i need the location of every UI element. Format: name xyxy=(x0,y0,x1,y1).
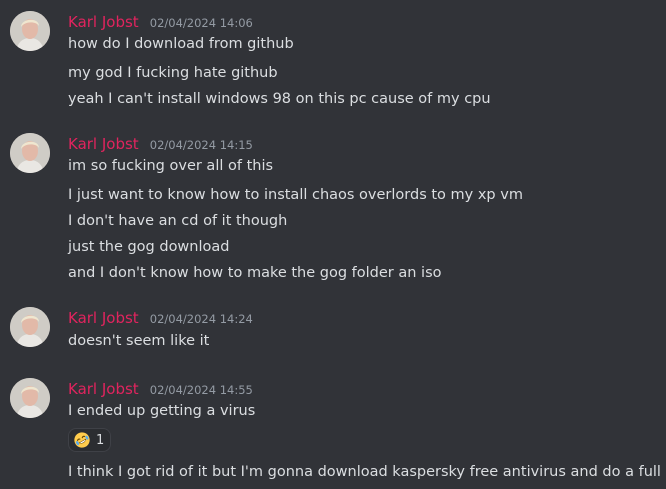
avatar[interactable] xyxy=(10,11,50,51)
message-timestamp[interactable]: 02/04/2024 14:24 xyxy=(150,312,253,326)
message-text: and I don't know how to make the gog fol… xyxy=(68,265,442,281)
avatar[interactable] xyxy=(10,378,50,418)
message-text: how do I download from github xyxy=(68,36,294,52)
avatar-photo-icon xyxy=(10,11,50,51)
reaction-count: 1 xyxy=(96,432,105,448)
reaction-button[interactable]: 1 xyxy=(68,428,112,452)
message-header: Karl Jobst 02/04/2024 14:06 xyxy=(68,11,253,33)
avatar-photo-icon xyxy=(10,307,50,347)
message-text: yeah I can't install windows 98 on this … xyxy=(68,91,491,107)
message-timestamp[interactable]: 02/04/2024 14:15 xyxy=(150,138,253,152)
avatar-photo-icon xyxy=(10,133,50,173)
avatar-photo-icon xyxy=(10,378,50,418)
message-timestamp[interactable]: 02/04/2024 14:55 xyxy=(150,383,253,397)
message-header: Karl Jobst 02/04/2024 14:55 xyxy=(68,378,253,400)
message-text: my god I fucking hate github xyxy=(68,65,278,81)
author-name[interactable]: Karl Jobst xyxy=(68,380,139,398)
message-header: Karl Jobst 02/04/2024 14:24 xyxy=(68,307,253,329)
message-text: I don't have an cd of it though xyxy=(68,213,288,229)
message-text: im so fucking over all of this xyxy=(68,158,274,174)
message-text: I just want to know how to install chaos… xyxy=(68,187,523,203)
message-header: Karl Jobst 02/04/2024 14:15 xyxy=(68,133,253,155)
chat-message-list: Karl Jobst 02/04/2024 14:06 how do I dow… xyxy=(0,0,666,489)
avatar[interactable] xyxy=(10,307,50,347)
message-text: I think I got rid of it but I'm gonna do… xyxy=(68,464,666,480)
author-name[interactable]: Karl Jobst xyxy=(68,309,139,327)
message-timestamp[interactable]: 02/04/2024 14:06 xyxy=(150,16,253,30)
author-name[interactable]: Karl Jobst xyxy=(68,13,139,31)
rolling-on-floor-laughing-icon xyxy=(74,432,90,448)
message-text: I ended up getting a virus xyxy=(68,403,256,419)
author-name[interactable]: Karl Jobst xyxy=(68,135,139,153)
message-text: just the gog download xyxy=(68,239,230,255)
message-text: doesn't seem like it xyxy=(68,333,210,349)
avatar[interactable] xyxy=(10,133,50,173)
